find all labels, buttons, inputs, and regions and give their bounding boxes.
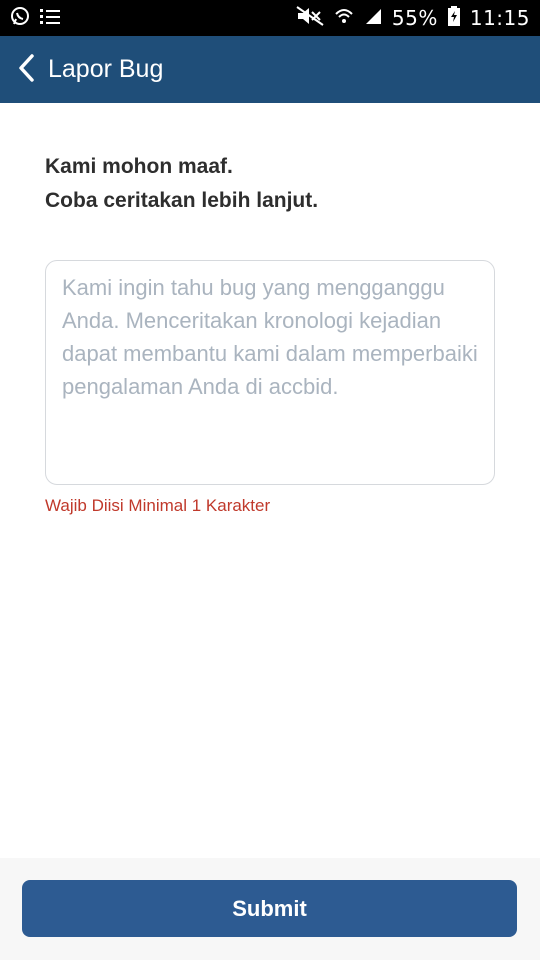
bug-report-placeholder: Kami ingin tahu bug yang mengganggu Anda… xyxy=(62,275,478,399)
status-bar-left xyxy=(10,6,60,30)
signal-icon xyxy=(364,7,382,29)
submit-button[interactable]: Submit xyxy=(22,880,517,937)
back-button[interactable] xyxy=(14,53,38,86)
intro-line-2: Coba ceritakan lebih lanjut. xyxy=(45,189,319,212)
mute-icon xyxy=(296,6,324,30)
page-title: Lapor Bug xyxy=(48,55,164,83)
whatsapp-icon xyxy=(10,6,30,30)
status-bar: 55% 11:15 xyxy=(0,0,540,36)
battery-icon xyxy=(447,6,460,30)
clock: 11:15 xyxy=(469,6,530,30)
bug-report-input[interactable]: Kami ingin tahu bug yang mengganggu Anda… xyxy=(45,260,495,485)
app-bar: Lapor Bug xyxy=(0,36,540,103)
wifi-icon xyxy=(334,6,354,30)
validation-error: Wajib Diisi Minimal 1 Karakter xyxy=(45,496,271,515)
chevron-left-icon xyxy=(17,53,35,86)
battery-percent: 55% xyxy=(391,6,438,30)
status-bar-right: 55% 11:15 xyxy=(296,6,530,30)
intro-text: Kami mohon maaf. Coba ceritakan lebih la… xyxy=(45,150,495,218)
intro-line-1: Kami mohon maaf. xyxy=(45,155,233,178)
list-icon xyxy=(40,7,60,29)
